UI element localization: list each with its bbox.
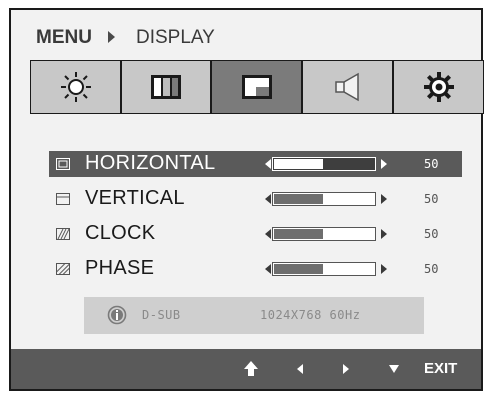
decrease-arrow-icon[interactable] xyxy=(265,159,271,169)
tab-brightness[interactable] xyxy=(30,60,121,114)
up-arrow-icon[interactable] xyxy=(242,359,260,379)
left-arrow-icon[interactable] xyxy=(294,359,306,379)
gear-icon xyxy=(423,72,454,102)
setting-row-horizontal[interactable]: HORIZONTAL 50 xyxy=(49,151,462,177)
tab-display[interactable] xyxy=(211,60,302,114)
breadcrumb-menu: MENU xyxy=(36,27,92,48)
footer-button-bar: EXIT xyxy=(11,349,481,389)
phase-icon xyxy=(56,263,70,275)
increase-arrow-icon[interactable] xyxy=(381,229,387,239)
tab-audio[interactable] xyxy=(302,60,393,114)
setting-row-vertical[interactable]: VERTICAL 50 xyxy=(49,186,462,212)
clock-icon xyxy=(56,228,70,240)
breadcrumb-separator-icon xyxy=(108,31,115,43)
setting-slider[interactable] xyxy=(272,192,376,206)
down-arrow-icon[interactable] xyxy=(387,359,401,379)
increase-arrow-icon[interactable] xyxy=(381,264,387,274)
slider-fill xyxy=(274,194,323,204)
setting-slider[interactable] xyxy=(272,157,376,171)
color-bars-icon xyxy=(151,75,181,99)
tab-settings[interactable] xyxy=(393,60,484,114)
info-icon xyxy=(107,305,127,325)
osd-menu: MENU DISPLAY HORIZONTAL 50 VERTICAL 50 C… xyxy=(9,8,484,391)
input-info-bar: D-SUB 1024X768 60Hz xyxy=(84,297,424,334)
exit-button[interactable]: EXIT xyxy=(424,360,457,377)
slider-fill xyxy=(274,159,323,169)
setting-value: 50 xyxy=(424,262,439,276)
setting-label: CLOCK xyxy=(85,222,156,244)
setting-label: HORIZONTAL xyxy=(85,152,216,174)
setting-label: PHASE xyxy=(85,257,155,279)
increase-arrow-icon[interactable] xyxy=(381,194,387,204)
breadcrumb: MENU DISPLAY xyxy=(11,10,481,60)
increase-arrow-icon[interactable] xyxy=(381,159,387,169)
right-arrow-icon[interactable] xyxy=(340,359,352,379)
setting-value: 50 xyxy=(424,157,439,171)
tab-color[interactable] xyxy=(121,60,211,114)
setting-label: VERTICAL xyxy=(85,187,185,209)
sun-icon xyxy=(60,72,91,102)
decrease-arrow-icon[interactable] xyxy=(265,229,271,239)
setting-row-clock[interactable]: CLOCK 50 xyxy=(49,221,462,247)
setting-slider[interactable] xyxy=(272,227,376,241)
display-settings-panel: HORIZONTAL 50 VERTICAL 50 CLOCK 50 PHASE… xyxy=(11,114,481,349)
display-icon xyxy=(241,75,272,99)
slider-fill xyxy=(274,264,323,274)
setting-value: 50 xyxy=(424,192,439,206)
setting-value: 50 xyxy=(424,227,439,241)
tab-bar xyxy=(30,60,484,114)
resolution-label: 1024X768 60Hz xyxy=(260,308,361,322)
vertical-position-icon xyxy=(56,193,70,205)
setting-slider[interactable] xyxy=(272,262,376,276)
decrease-arrow-icon[interactable] xyxy=(265,194,271,204)
decrease-arrow-icon[interactable] xyxy=(265,264,271,274)
horizontal-position-icon xyxy=(56,158,70,170)
breadcrumb-current: DISPLAY xyxy=(136,27,215,48)
slider-fill xyxy=(274,229,323,239)
speaker-icon xyxy=(334,72,359,102)
input-source-label: D-SUB xyxy=(142,308,181,322)
setting-row-phase[interactable]: PHASE 50 xyxy=(49,256,462,282)
